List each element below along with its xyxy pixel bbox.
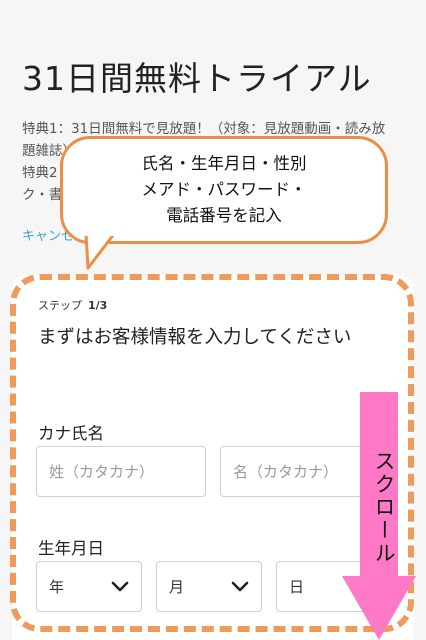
callout-line: メアド・パスワード・ <box>141 180 307 199</box>
callout-tail <box>84 232 116 270</box>
instruction-callout: 氏名・生年月日・性別 メアド・パスワード・ 電話番号を記入 <box>60 136 388 244</box>
callout-line: 氏名・生年月日・性別 <box>141 154 307 173</box>
scroll-instruction-text: スクロール <box>372 449 396 565</box>
callout-line: 電話番号を記入 <box>166 206 282 225</box>
page-title: 31日間無料トライアル <box>22 59 372 98</box>
